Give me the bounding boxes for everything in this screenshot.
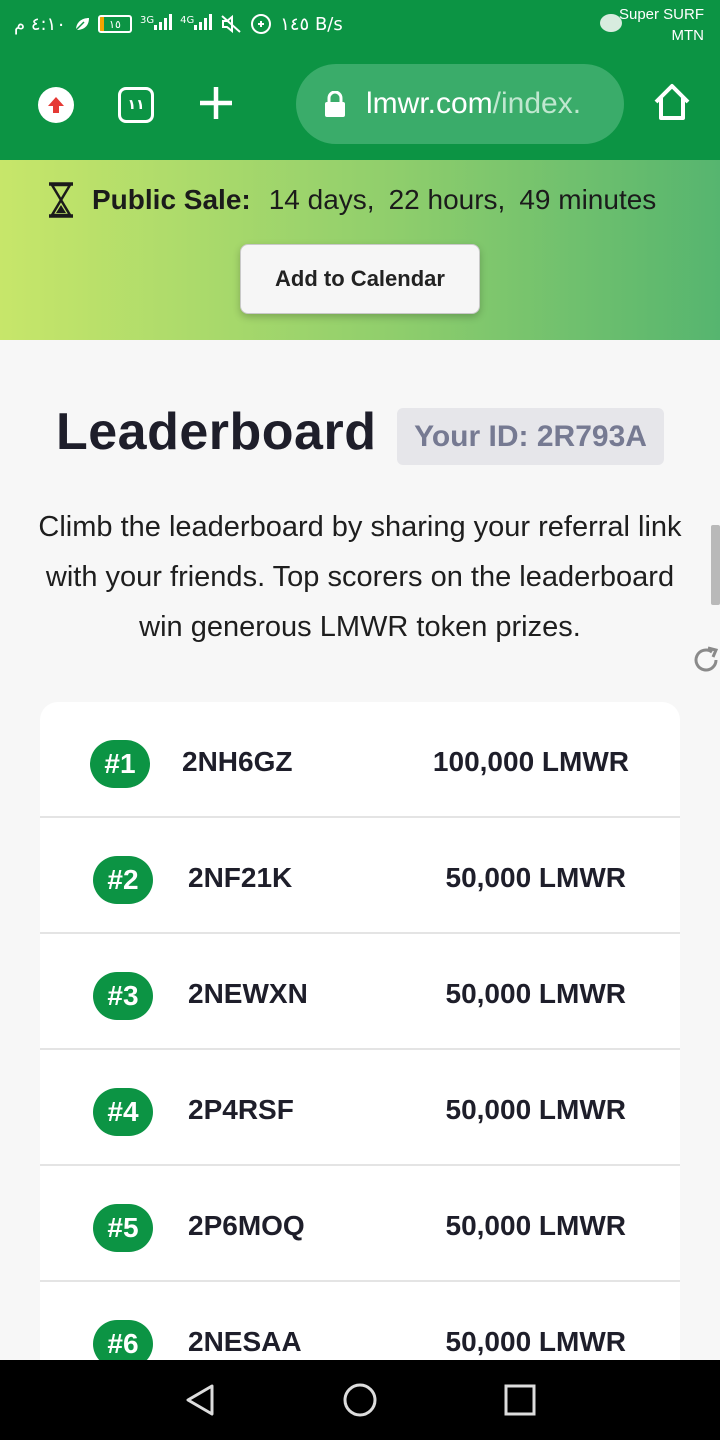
signal-4g: 4G	[180, 13, 213, 35]
tabs-icon[interactable]: ١١	[118, 87, 154, 123]
table-row: #3 2NEWXN 50,000 LMWR	[40, 934, 680, 1050]
signal-icon	[154, 13, 173, 30]
rank-badge: #2	[93, 856, 153, 904]
url-text: lmwr.com/index.	[366, 87, 581, 121]
user-id: 2NEWXN	[188, 978, 308, 1009]
sale-countdown: Public Sale: 14 days, 22 hours, 49 minut…	[46, 182, 656, 218]
browser-toolbar: ١١ lmwr.com/index.	[0, 52, 720, 160]
plus-icon[interactable]	[196, 83, 236, 123]
user-id: 2NF21K	[188, 862, 293, 893]
public-sale-banner: Public Sale: 14 days, 22 hours, 49 minut…	[0, 160, 720, 340]
home-icon[interactable]	[652, 82, 692, 122]
battery-text: ١٥	[109, 17, 121, 31]
status-bar: ٤:١٠ م ١٥ 3G 4G ١٤٥ B/s Super SURF MTN	[0, 0, 720, 52]
table-row: #1 2NH6GZ 100,000 LMWR	[40, 702, 680, 818]
url-path: /index.	[492, 87, 582, 120]
leaderboard-title: Leaderboard	[56, 403, 377, 461]
hourglass-icon	[49, 182, 73, 218]
rank-badge: #3	[93, 972, 153, 1020]
add-to-calendar-button[interactable]: Add to Calendar	[240, 244, 480, 314]
leaderboard-card: #1 2NH6GZ 100,000 LMWR #2 2NF21K 50,000 …	[40, 702, 680, 1402]
rank-badge: #4	[93, 1088, 153, 1136]
user-id: 2NESAA	[188, 1326, 302, 1357]
prize-amount: 50,000 LMWR	[445, 862, 627, 893]
table-row: #4 2P4RSF 50,000 LMWR	[40, 1050, 680, 1166]
table-row: #2 2NF21K 50,000 LMWR	[40, 818, 680, 934]
user-id: 2P6MOQ	[188, 1210, 305, 1241]
sale-hours: 22 hours,	[388, 184, 506, 215]
system-nav-bar	[0, 1360, 720, 1440]
mute-icon	[221, 14, 241, 34]
signal-icon-2	[194, 13, 213, 30]
sale-days: 14 days,	[268, 184, 375, 215]
carrier-line-2: MTN	[671, 27, 705, 44]
status-left: ٤:١٠ م ١٥ 3G 4G ١٤٥ B/s	[14, 8, 343, 40]
leaderboard-description: Climb the leaderboard by sharing your re…	[38, 511, 682, 643]
rank-badge: #1	[90, 740, 150, 788]
sale-label: Public Sale:	[92, 184, 251, 215]
refresh-icon[interactable]	[690, 644, 720, 676]
recents-icon[interactable]	[502, 1382, 538, 1418]
prize-amount: 100,000 LMWR	[432, 746, 629, 777]
user-id: 2P4RSF	[188, 1094, 294, 1125]
clock: ٤:١٠ م	[14, 13, 66, 35]
leaf-icon	[75, 18, 89, 31]
user-id: 2NH6GZ	[182, 746, 293, 777]
net-speed: ١٤٥ B/s	[280, 13, 343, 35]
upload-icon[interactable]	[38, 87, 74, 123]
prize-amount: 50,000 LMWR	[445, 1094, 627, 1125]
prize-amount: 50,000 LMWR	[445, 978, 627, 1009]
back-icon[interactable]	[182, 1382, 218, 1418]
tab-count: ١١	[127, 97, 145, 113]
battery-icon: ١٥	[97, 15, 132, 33]
carrier: Super SURF MTN	[619, 4, 704, 46]
prize-amount: 50,000 LMWR	[445, 1210, 627, 1241]
carrier-line-1: Super SURF	[618, 6, 704, 23]
rank-badge: #5	[93, 1204, 153, 1252]
url-domain: lmwr.com	[366, 87, 493, 120]
scrollbar-thumb[interactable]	[711, 525, 720, 605]
home-nav-icon[interactable]	[342, 1382, 378, 1418]
url-bar[interactable]: lmwr.com/index.	[296, 64, 624, 144]
sale-minutes: 49 minutes	[519, 184, 657, 215]
battery-fill	[99, 17, 105, 31]
table-row: #5 2P6MOQ 50,000 LMWR	[40, 1166, 680, 1282]
data-saver-icon	[251, 14, 272, 34]
lock-icon	[325, 91, 345, 117]
prize-amount: 50,000 LMWR	[445, 1326, 627, 1357]
signal-3g: 3G	[140, 13, 173, 35]
your-id-badge: Your ID: 2R793A	[397, 408, 664, 465]
